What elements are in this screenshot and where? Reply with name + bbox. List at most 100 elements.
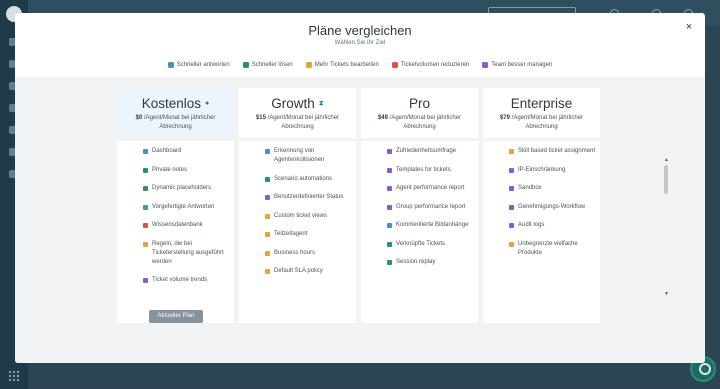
feature-icon: [143, 278, 148, 283]
feature-item: Dashboard: [117, 141, 234, 156]
plan-name-text: Pro: [408, 96, 430, 111]
feature-icon: [387, 204, 392, 210]
goal-filters: Schneller antworten Schneller lösen Mehr…: [15, 62, 705, 68]
feature-item: Verknüpfte Tickets: [361, 240, 478, 249]
feature-item: Wissensdatenbank: [117, 221, 234, 230]
feature-icon: [387, 223, 392, 228]
filter-label: Schneller antworten: [176, 62, 230, 68]
reply-icon: [167, 62, 174, 68]
feature-item: Group performance report: [361, 203, 478, 212]
current-plan-dot-icon: ●: [205, 100, 210, 107]
feature-label: Kommentierte Bildanhänge: [396, 222, 469, 228]
feature-label: Erkennung von Agentenkollisionen: [274, 148, 325, 163]
feature-label: Agent performance report: [396, 185, 465, 191]
filter-label: Mehr Tickets bearbeiten: [314, 62, 379, 68]
feature-list: Zufriedenheitsumfrage Templates for tick…: [361, 141, 478, 323]
feature-item: Skill based ticket assignment: [483, 141, 600, 156]
feature-item: Business hours: [239, 249, 356, 258]
filter-faster-reply[interactable]: Schneller antworten: [167, 62, 230, 68]
feature-item: Erkennung von Agentenkollisionen: [239, 141, 356, 165]
feature-item: Kommentierte Bildanhänge: [361, 221, 478, 230]
plan-price: $49 /Agent/Monat bei jährlicher Abrechnu…: [361, 114, 478, 132]
feature-label: IP-Einschränkung: [518, 166, 566, 173]
plan-price: $79 /Agent/Monat bei jährlicher Abrechnu…: [483, 114, 600, 132]
price-note: /Agent/Monat bei jährlicher Abrechnung: [143, 115, 216, 130]
plan-pro: Pro $49 /Agent/Monat bei jährlicher Abre…: [361, 88, 478, 323]
filter-faster-resolve[interactable]: Schneller lösen: [242, 62, 293, 68]
feature-item: Session replay: [361, 258, 478, 267]
filter-more-tickets[interactable]: Mehr Tickets bearbeiten: [305, 62, 379, 68]
feature-item: Vorgefertigte Antworten: [117, 203, 234, 212]
scrollbar[interactable]: ▲ ▼: [664, 157, 669, 297]
feature-label: Dashboard: [152, 148, 182, 154]
plan-comparison: Kostenlos ● $0 /Agent/Monat bei jährlich…: [15, 77, 705, 363]
plan-price: $15 /Agent/Monat bei jährlicher Abrechnu…: [239, 114, 356, 132]
feature-icon: [143, 241, 148, 247]
filter-manage-team[interactable]: Team besser managen: [482, 62, 552, 68]
check-icon: [242, 62, 249, 68]
filter-reduce-volume[interactable]: Ticketvolumen reduzieren: [391, 62, 469, 68]
feature-label: Scenario automations: [274, 175, 333, 182]
plan-name-text: Growth: [271, 96, 315, 111]
price-value: $79: [499, 115, 510, 121]
price-value: $0: [135, 115, 143, 121]
feature-label: Dynamic placeholders: [152, 185, 212, 191]
feature-item: Default SLA policy: [239, 267, 356, 276]
scroll-down-arrow-icon[interactable]: ▼: [664, 291, 669, 297]
feature-icon: [509, 204, 514, 210]
apps-grid-icon[interactable]: [8, 370, 20, 382]
feature-item: Regeln, die bei Ticketerstellung ausgefü…: [117, 240, 234, 267]
feature-icon: [265, 176, 270, 182]
feature-item: IP-Einschränkung: [483, 166, 600, 175]
feature-label: Default SLA policy: [274, 268, 323, 274]
feature-icon: [143, 167, 148, 173]
feature-item: Dynamic placeholders: [117, 184, 234, 193]
feature-item: Teilzeitagent: [239, 230, 356, 239]
scroll-up-arrow-icon[interactable]: ▲: [664, 157, 669, 163]
plan-name-text: Kostenlos: [141, 96, 202, 111]
feature-icon: [387, 149, 392, 154]
feature-label: Vorgefertigte Antworten: [152, 203, 215, 210]
feature-item: Ticket volume trends: [117, 276, 234, 285]
feature-icon: [387, 260, 392, 265]
plan-name: Enterprise: [483, 88, 600, 111]
feature-label: Teilzeitagent: [274, 231, 308, 237]
scroll-thumb[interactable]: [664, 165, 668, 194]
plan-name: Growth ⧗: [239, 88, 356, 111]
feature-item: Agent performance report: [361, 184, 478, 193]
current-plan-button[interactable]: Aktueller Plan: [149, 310, 203, 323]
price-note: /Agent/Monat bei jährlicher Abrechnung: [511, 115, 584, 130]
feature-icon: [387, 241, 392, 247]
feature-icon: [509, 149, 514, 154]
price-value: $15: [255, 115, 266, 121]
feature-icon: [265, 213, 270, 219]
plan-name-text: Enterprise: [510, 96, 573, 111]
plan-price: $0 /Agent/Monat bei jährlicher Abrechnun…: [117, 114, 234, 132]
plan-header: Growth ⧗ $15 /Agent/Monat bei jährlicher…: [239, 88, 356, 138]
plan-name: Pro: [361, 88, 478, 111]
feature-label: Zufriedenheitsumfrage: [396, 148, 457, 154]
feature-icon: [143, 149, 148, 154]
feature-label: Sandbox: [518, 185, 542, 191]
price-note: /Agent/Monat bei jährlicher Abrechnung: [389, 115, 462, 130]
feature-icon: [387, 167, 392, 173]
plan-header: Enterprise $79 /Agent/Monat bei jährlich…: [483, 88, 600, 138]
feature-item: Private notes: [117, 166, 234, 175]
feature-label: Ticket volume trends: [152, 277, 208, 283]
feature-label: Verknüpfte Tickets: [396, 240, 446, 247]
feature-label: Audit logs: [518, 222, 545, 228]
modal-title: Pläne vergleichen: [308, 23, 412, 38]
feature-label: Private notes: [152, 166, 188, 173]
feature-label: Wissensdatenbank: [152, 222, 203, 228]
close-button[interactable]: ×: [683, 21, 695, 33]
feature-label: Regeln, die bei Ticketerstellung ausgefü…: [152, 240, 224, 265]
feature-icon: [143, 223, 148, 228]
plan-name: Kostenlos ●: [117, 88, 234, 111]
feature-list: Skill based ticket assignment IP-Einschr…: [483, 141, 600, 323]
plan-enterprise: Enterprise $79 /Agent/Monat bei jährlich…: [483, 88, 600, 323]
feature-icon: [509, 223, 514, 228]
feature-label: Unbegrenzte vielfache Produkte: [518, 240, 578, 256]
feature-icon: [265, 250, 270, 256]
feature-icon: [509, 167, 514, 173]
compare-plans-modal: Pläne vergleichen Wählen Sie Ihr Ziel × …: [15, 13, 705, 363]
